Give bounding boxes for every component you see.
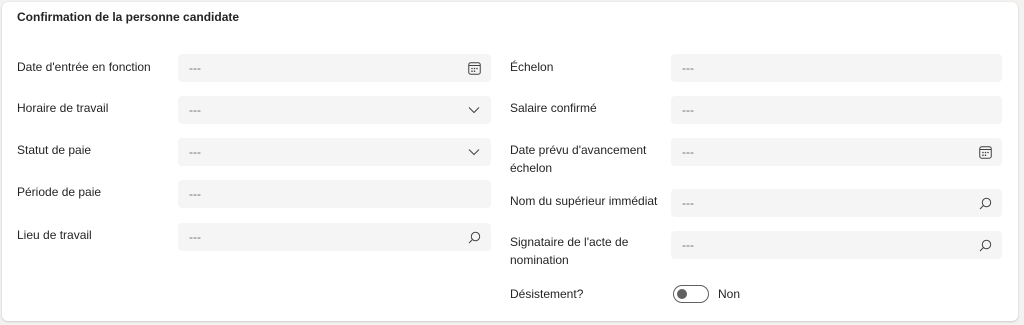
salaire-value: ---: [682, 103, 694, 117]
lieu-travail-value: ---: [189, 230, 201, 244]
candidate-confirmation-card: Confirmation de la personne candidate Da…: [2, 2, 1018, 321]
search-icon[interactable]: [978, 238, 992, 252]
date-avancement-field[interactable]: ---: [671, 138, 1002, 166]
desistement-toggle-text: Non: [718, 287, 741, 301]
statut-paie-label: Statut de paie: [17, 143, 92, 157]
date-avancement-label: Date prévu d'avancement échelon: [510, 141, 646, 177]
date-avancement-label-line1: Date prévu d'avancement: [510, 143, 647, 157]
signataire-label-line1: Signataire de l'acte de: [510, 235, 629, 249]
echelon-label: Échelon: [510, 60, 554, 74]
salaire-field[interactable]: ---: [671, 96, 1002, 124]
lieu-travail-lookup[interactable]: ---: [178, 223, 491, 251]
echelon-field[interactable]: ---: [671, 54, 1002, 82]
search-icon[interactable]: [978, 196, 992, 210]
section-title: Confirmation de la personne candidate: [17, 10, 240, 24]
superieur-label: Nom du supérieur immédiat: [510, 194, 658, 208]
date-avancement-label-line2: échelon: [510, 161, 553, 175]
signataire-label: Signataire de l'acte de nomination: [510, 233, 628, 269]
echelon-value: ---: [682, 61, 694, 75]
chevron-down-icon[interactable]: [467, 145, 481, 159]
desistement-label: Désistement?: [510, 287, 584, 301]
statut-paie-value: ---: [189, 145, 201, 159]
salaire-label: Salaire confirmé: [510, 101, 597, 115]
signataire-value: ---: [682, 238, 694, 252]
lieu-travail-label: Lieu de travail: [17, 228, 92, 242]
superieur-value: ---: [682, 196, 694, 210]
periode-paie-label: Période de paie: [17, 185, 102, 199]
date-entree-field[interactable]: ---: [178, 54, 491, 82]
periode-paie-value: ---: [189, 187, 201, 201]
calendar-icon[interactable]: [978, 145, 992, 159]
date-avancement-value: ---: [682, 145, 694, 159]
calendar-icon[interactable]: [467, 61, 481, 75]
horaire-value: ---: [189, 103, 201, 117]
horaire-dropdown[interactable]: ---: [178, 96, 491, 124]
desistement-toggle[interactable]: [673, 285, 709, 303]
date-entree-value: ---: [189, 61, 201, 75]
signataire-label-line2: nomination: [510, 253, 569, 267]
date-entree-label: Date d'entrée en fonction: [17, 60, 151, 74]
periode-paie-field[interactable]: ---: [178, 180, 491, 208]
search-icon[interactable]: [467, 230, 481, 244]
toggle-knob: [677, 289, 687, 299]
statut-paie-dropdown[interactable]: ---: [178, 138, 491, 166]
chevron-down-icon[interactable]: [467, 103, 481, 117]
horaire-label: Horaire de travail: [17, 101, 109, 115]
superieur-lookup[interactable]: ---: [671, 189, 1002, 217]
signataire-lookup[interactable]: ---: [671, 231, 1002, 259]
